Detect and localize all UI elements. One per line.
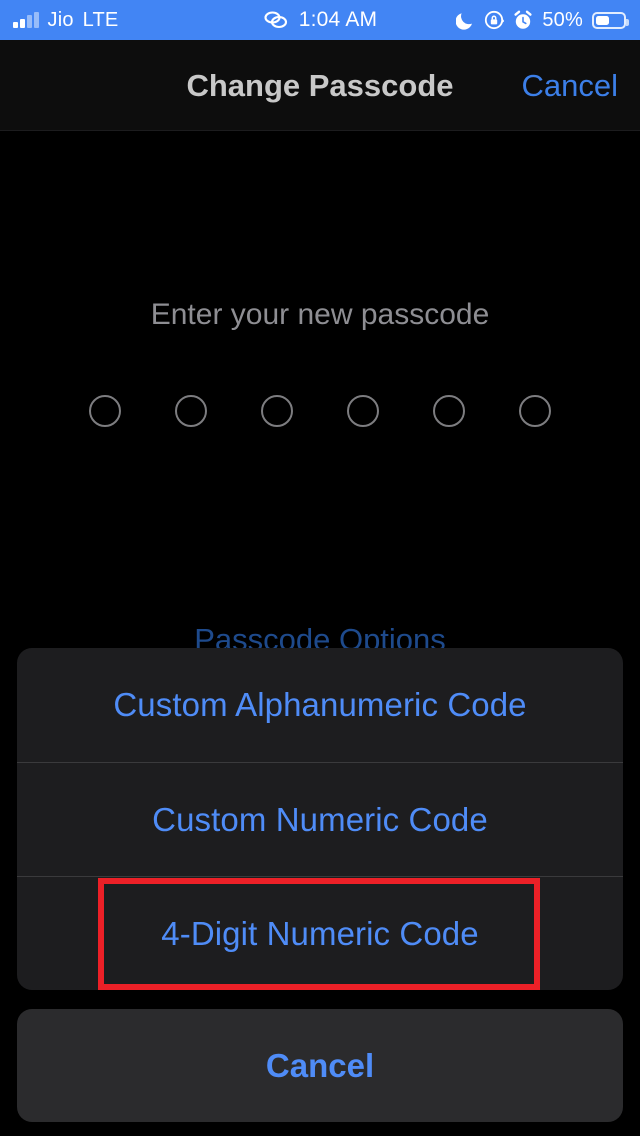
passcode-dot xyxy=(519,395,551,427)
nav-cancel-button[interactable]: Cancel xyxy=(522,40,619,131)
alarm-icon xyxy=(513,10,533,31)
rotation-lock-icon xyxy=(484,10,505,30)
battery-percent-label: 50% xyxy=(542,8,583,31)
passcode-dots xyxy=(0,395,640,427)
passcode-dot xyxy=(261,395,293,427)
passcode-dot xyxy=(347,395,379,427)
passcode-dot xyxy=(175,395,207,427)
action-sheet-item-custom-alphanumeric-code[interactable]: Custom Alphanumeric Code xyxy=(17,648,623,762)
action-sheet-item-custom-numeric-code[interactable]: Custom Numeric Code xyxy=(17,762,623,876)
moon-icon xyxy=(456,10,475,30)
passcode-prompt: Enter your new passcode xyxy=(150,298,490,331)
action-sheet: Custom Alphanumeric Code Custom Numeric … xyxy=(17,648,623,990)
battery-icon xyxy=(592,11,629,29)
status-bar-right: 50% xyxy=(456,0,629,40)
link-icon xyxy=(263,10,289,30)
passcode-dot xyxy=(89,395,121,427)
passcode-dot xyxy=(433,395,465,427)
action-sheet-item-4-digit-numeric-code[interactable]: 4-Digit Numeric Code xyxy=(17,876,623,990)
action-sheet-cancel-label: Cancel xyxy=(265,1046,375,1084)
phone-screen: Jio LTE 1:04 AM 50% Change Passcode Canc… xyxy=(0,0,640,1136)
navigation-bar: Change Passcode Cancel xyxy=(0,40,640,131)
clock-label: 1:04 AM xyxy=(298,8,378,31)
status-bar: Jio LTE 1:04 AM 50% xyxy=(0,0,640,40)
action-sheet-cancel-button[interactable]: Cancel xyxy=(17,1009,623,1122)
